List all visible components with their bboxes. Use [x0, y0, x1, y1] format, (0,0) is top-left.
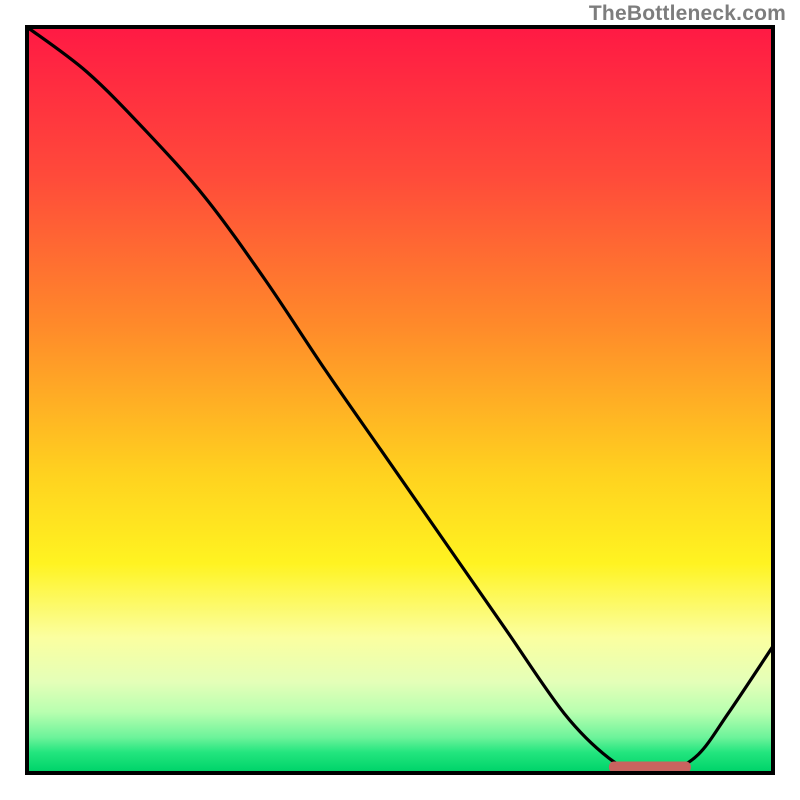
watermark-text: TheBottleneck.com — [589, 2, 786, 26]
heat-gradient-background — [29, 29, 771, 771]
optimum-marker — [609, 762, 691, 773]
bottleneck-chart — [0, 0, 800, 800]
